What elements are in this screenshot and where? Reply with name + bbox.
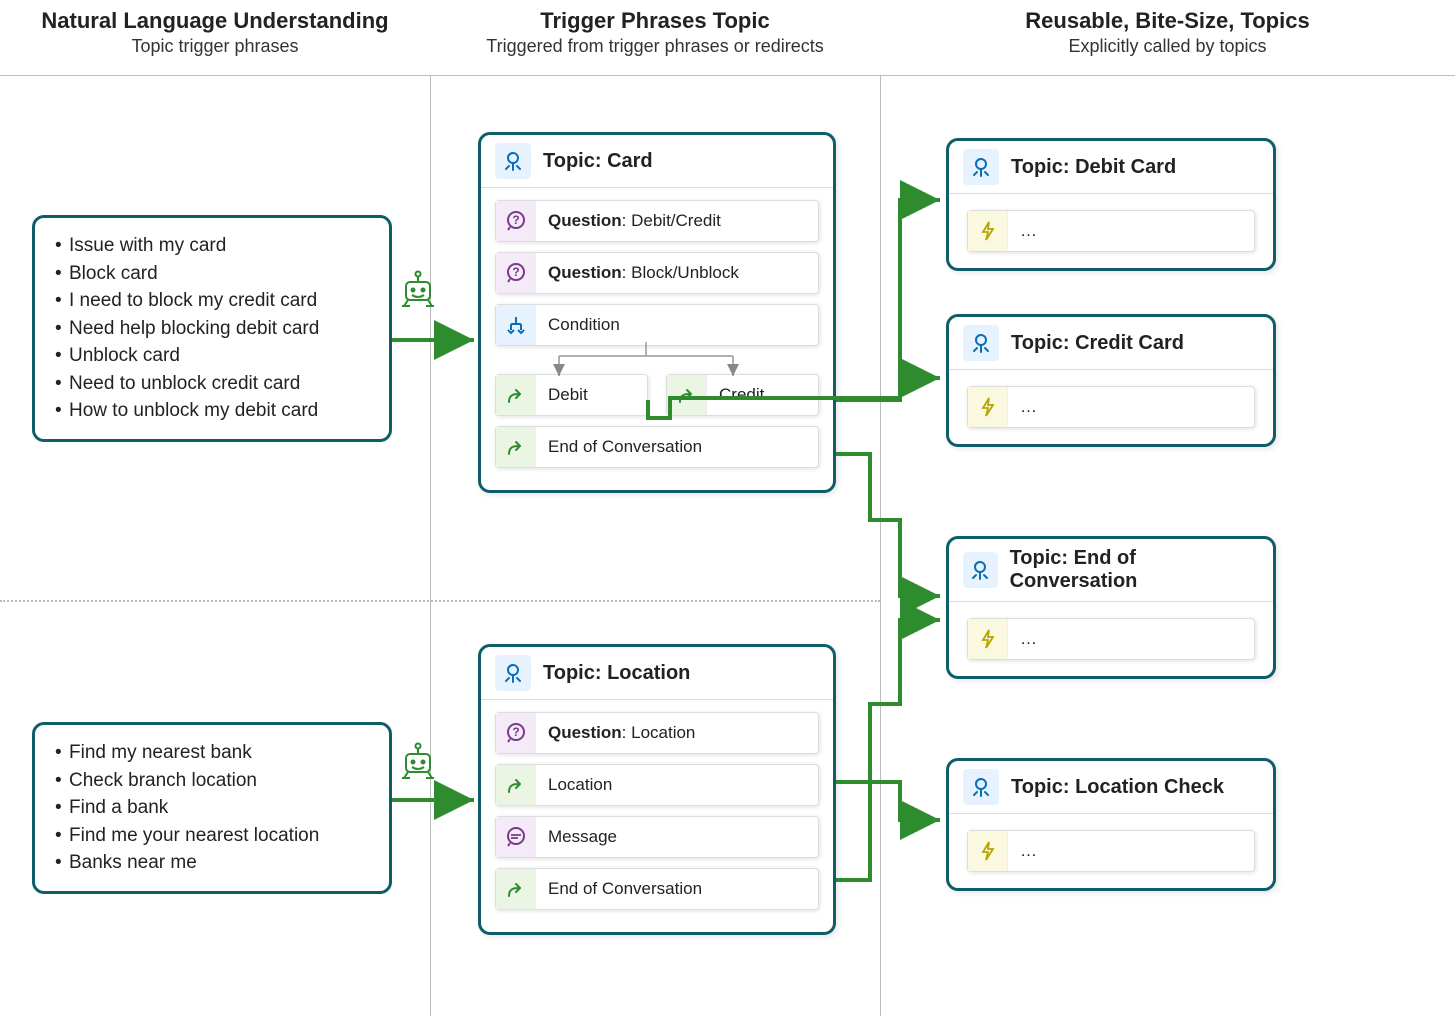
column-header-nlu: Natural Language Understanding Topic tri… [0,8,430,57]
action-node: … [967,830,1255,872]
bolt-icon [968,619,1008,659]
trigger-icon [963,552,998,588]
phrase-item: Block card [53,260,371,288]
action-node: … [967,386,1255,428]
col3-subtitle: Explicitly called by topics [880,36,1455,57]
topic-title: Topic: Location [543,662,690,685]
message-node: Message [495,816,819,858]
question-node-block-unblock: Question: Block/Unblock [495,252,819,294]
trigger-icon [495,143,531,179]
redirect-icon [496,765,536,805]
trigger-icon [963,769,999,805]
phrase-item: Need help blocking debit card [53,315,371,343]
bot-icon [398,740,438,780]
col2-title: Trigger Phrases Topic [430,8,880,34]
phrase-item: Find me your nearest location [53,822,371,850]
redirect-icon [667,375,707,415]
question-node-debit-credit: Question: Debit/Credit [495,200,819,242]
trigger-phrases-card: Issue with my card Block card I need to … [32,215,392,442]
col1-title: Natural Language Understanding [0,8,430,34]
column-header-reusable: Reusable, Bite-Size, Topics Explicitly c… [880,8,1455,57]
redirect-node-eoc: End of Conversation [495,426,819,468]
col2-subtitle: Triggered from trigger phrases or redire… [430,36,880,57]
topic-title: Topic: Credit Card [1011,332,1184,355]
phrase-item: How to unblock my debit card [53,397,371,425]
message-icon [496,817,536,857]
topic-header: Topic: Card [481,135,833,188]
topic-card-eoc: Topic: End of Conversation … [946,536,1276,679]
question-icon [496,201,536,241]
col-divider-1 [430,75,431,1016]
topic-card-location-check: Topic: Location Check … [946,758,1276,891]
topic-title: Topic: Location Check [1011,776,1224,799]
bolt-icon [968,831,1008,871]
phrase-item: Find my nearest bank [53,739,371,767]
question-icon [496,713,536,753]
phrase-item: Issue with my card [53,232,371,260]
header-divider [0,75,1455,76]
phrase-item: I need to block my credit card [53,287,371,315]
phrase-item: Unblock card [53,342,371,370]
phrase-item: Check branch location [53,767,371,795]
redirect-node-location: Location [495,764,819,806]
topic-card-credit: Topic: Credit Card … [946,314,1276,447]
column-header-trigger: Trigger Phrases Topic Triggered from tri… [430,8,880,57]
phrase-item: Need to unblock credit card [53,370,371,398]
question-node-location: Question: Location [495,712,819,754]
bot-icon [398,268,438,308]
trigger-icon [963,149,999,185]
trigger-phrases-location: Find my nearest bank Check branch locati… [32,722,392,894]
redirect-node-eoc: End of Conversation [495,868,819,910]
redirect-icon [496,427,536,467]
col-divider-2 [880,75,881,1016]
question-icon [496,253,536,293]
bolt-icon [968,211,1008,251]
topic-card-location: Topic: Location Question: Location Locat… [478,644,836,935]
redirect-node-credit: Credit [666,374,819,416]
condition-icon [496,305,536,345]
topic-title: Topic: Card [543,150,653,173]
col3-title: Reusable, Bite-Size, Topics [880,8,1455,34]
col1-subtitle: Topic trigger phrases [0,36,430,57]
action-node: … [967,618,1255,660]
topic-card-debit: Topic: Debit Card … [946,138,1276,271]
redirect-icon [496,869,536,909]
topic-title: Topic: Debit Card [1011,156,1176,179]
redirect-icon [496,375,536,415]
trigger-icon [495,655,531,691]
action-node: … [967,210,1255,252]
condition-node: Condition [495,304,819,346]
redirect-node-debit: Debit [495,374,648,416]
bolt-icon [968,387,1008,427]
topic-card-card: Topic: Card Question: Debit/Credit Quest… [478,132,836,493]
trigger-icon [963,325,999,361]
topic-header: Topic: Location [481,647,833,700]
phrase-item: Banks near me [53,849,371,877]
phrase-item: Find a bank [53,794,371,822]
row-divider-dotted [0,600,880,602]
topic-title: Topic: End of Conversation [1010,547,1259,593]
